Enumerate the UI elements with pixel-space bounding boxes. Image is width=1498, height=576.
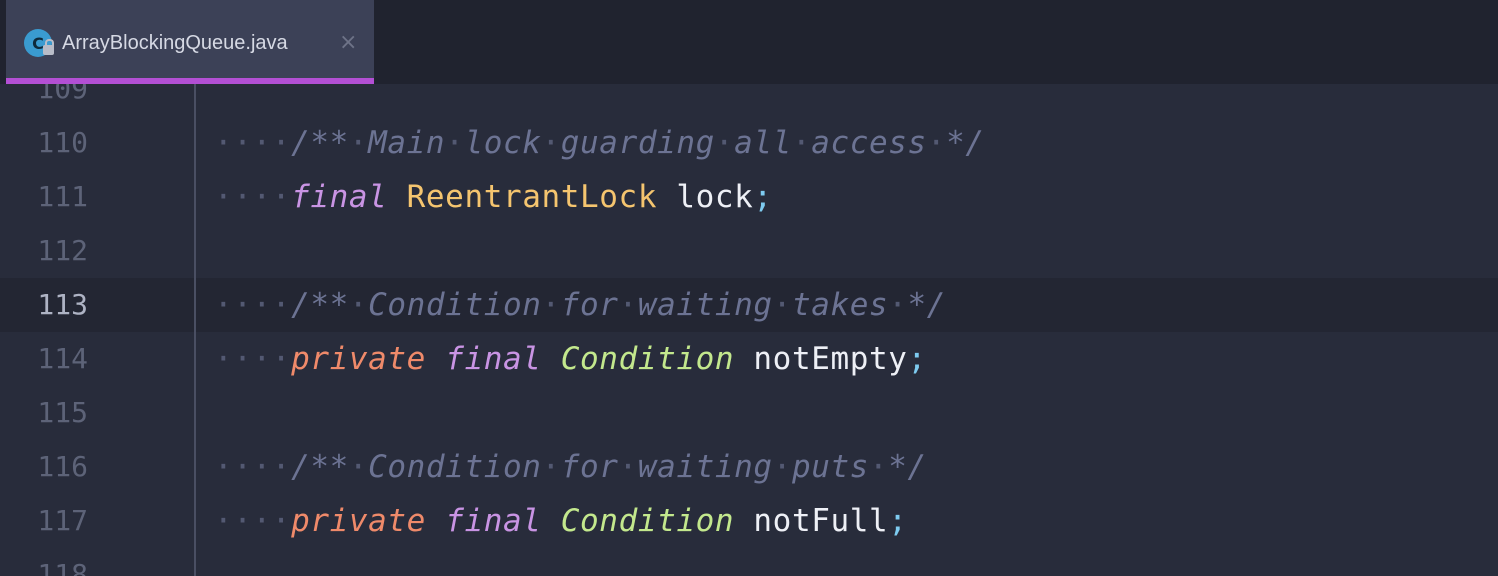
- line-code: ····/**·Condition·for·waiting·takes·*/: [214, 278, 946, 332]
- code-token: ·: [541, 125, 561, 161]
- line-number[interactable]: 111: [6, 170, 88, 224]
- code-token: puts: [791, 449, 870, 485]
- line-code: ····private final Condition notFull;: [214, 494, 908, 548]
- code-token: ·: [618, 287, 638, 323]
- line-code: ····/**·Main·lock·guarding·all·access·*/: [214, 116, 985, 170]
- line-number[interactable]: 115: [6, 386, 88, 440]
- line-number[interactable]: 117: [6, 494, 88, 548]
- gutter-divider: [194, 84, 196, 576]
- code-line[interactable]: 109: [0, 84, 1498, 116]
- line-number[interactable]: 118: [6, 548, 88, 576]
- code-token: all: [734, 125, 792, 161]
- code-token: ·: [772, 287, 792, 323]
- code-token: ·: [791, 125, 812, 161]
- code-line[interactable]: 110 ····/**·Main·lock·guarding·all·access…: [0, 116, 1498, 170]
- code-token: ;: [907, 341, 927, 377]
- line-number[interactable]: 113: [6, 278, 88, 332]
- code-token: final: [291, 179, 388, 215]
- line-code: ····private final Condition notEmpty;: [214, 332, 927, 386]
- code-token: notFull: [753, 503, 889, 539]
- code-token: ;: [888, 503, 908, 539]
- code-line[interactable]: 115: [0, 386, 1498, 440]
- code-token: lock: [676, 179, 754, 215]
- code-token: ····: [214, 287, 292, 323]
- code-token: ;: [753, 179, 773, 215]
- code-line[interactable]: 118: [0, 548, 1498, 576]
- close-icon[interactable]: ×: [339, 29, 357, 57]
- code-token: ·: [618, 449, 638, 485]
- code-token: /**: [291, 449, 349, 485]
- code-token: ·: [348, 449, 369, 485]
- line-number[interactable]: 109: [6, 84, 88, 116]
- code-token: Condition: [368, 287, 542, 323]
- line-code: ····/**·Condition·for·waiting·puts·*/: [214, 440, 927, 494]
- code-token: ·: [926, 125, 947, 161]
- line-number[interactable]: 114: [6, 332, 88, 386]
- code-line[interactable]: 113 ····/**·Condition·for·waiting·takes·*…: [0, 278, 1498, 332]
- code-line[interactable]: 111 ····final ReentrantLock lock;: [0, 170, 1498, 224]
- code-token: ·: [348, 125, 369, 161]
- code-token: for: [560, 287, 619, 323]
- code-token: ····: [214, 449, 292, 485]
- code-token: final: [445, 503, 542, 539]
- code-line[interactable]: 112: [0, 224, 1498, 278]
- code-token: access: [811, 125, 927, 161]
- code-token: ·: [541, 287, 561, 323]
- code-token: */: [907, 287, 947, 323]
- editor-tab-bar: C ArrayBlockingQueue.java ×: [0, 0, 1498, 84]
- code-token: ReentrantLock: [406, 179, 658, 215]
- code-editor[interactable]: 109 110 ····/**·Main·lock·guarding·all·acc…: [0, 84, 1498, 576]
- code-token: /**: [291, 287, 349, 323]
- line-code: ····final ReentrantLock lock;: [214, 170, 773, 224]
- code-token: Main: [368, 125, 446, 161]
- code-token: takes: [791, 287, 889, 323]
- code-token: ·: [541, 449, 561, 485]
- code-token: ····: [214, 179, 292, 215]
- code-token: guarding: [560, 125, 715, 161]
- code-token: ·: [772, 449, 792, 485]
- code-token: private: [291, 341, 426, 377]
- tab-file-name[interactable]: ArrayBlockingQueue.java: [62, 29, 288, 57]
- code-token: ·: [348, 287, 369, 323]
- line-number[interactable]: 116: [6, 440, 88, 494]
- code-token: lock: [464, 125, 542, 161]
- code-token: ····: [214, 503, 292, 539]
- code-token: ····: [214, 125, 292, 161]
- lock-icon: [43, 39, 54, 55]
- code-token: */: [946, 125, 985, 161]
- code-token: notEmpty: [753, 341, 908, 377]
- code-token: ····: [214, 341, 292, 377]
- code-token: ·: [869, 449, 889, 485]
- code-token: waiting: [637, 449, 773, 485]
- code-line[interactable]: 116 ····/**·Condition·for·waiting·puts·*/: [0, 440, 1498, 494]
- code-line[interactable]: 117 ····private final Condition notFull;: [0, 494, 1498, 548]
- code-token: Condition: [368, 449, 542, 485]
- code-token: for: [560, 449, 619, 485]
- line-number[interactable]: 112: [6, 224, 88, 278]
- code-token: ·: [714, 125, 735, 161]
- code-token: waiting: [637, 287, 773, 323]
- code-token: /**: [291, 125, 349, 161]
- code-token: private: [291, 503, 426, 539]
- code-token: final: [445, 341, 542, 377]
- code-token: ·: [445, 125, 465, 161]
- code-token: Condition: [560, 503, 735, 539]
- line-number[interactable]: 110: [6, 116, 88, 170]
- code-token: */: [888, 449, 927, 485]
- code-token: Condition: [560, 341, 735, 377]
- code-token: ·: [888, 287, 908, 323]
- code-line[interactable]: 114 ····private final Condition notEmpty;: [0, 332, 1498, 386]
